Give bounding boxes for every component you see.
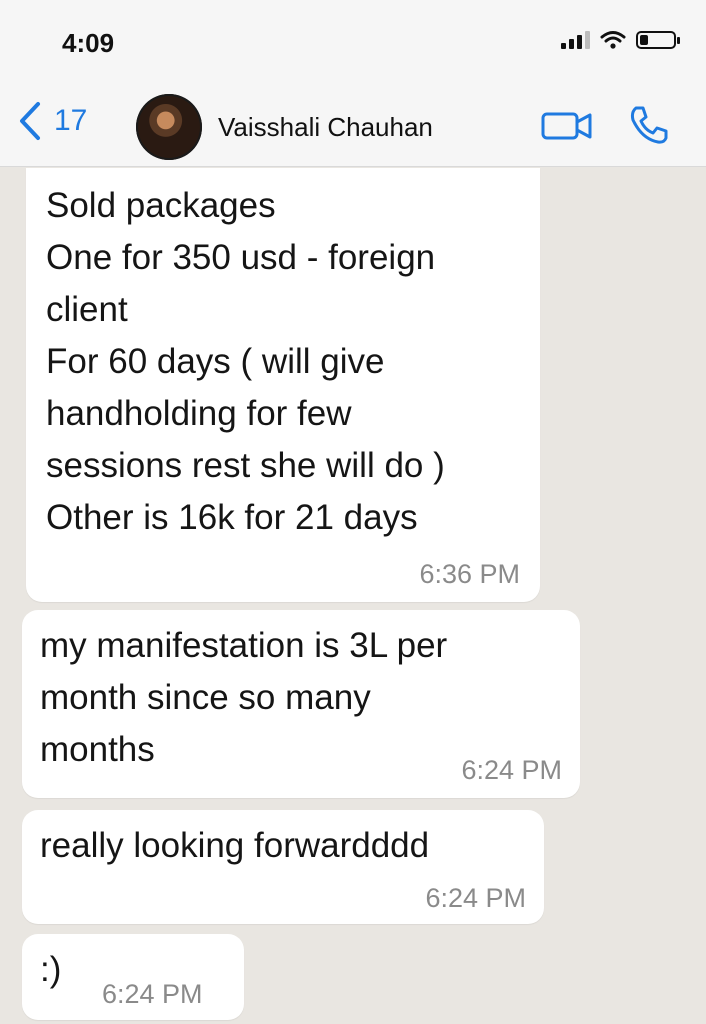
message-bubble[interactable]: my manifestation is 3L per month since s… <box>22 610 580 798</box>
status-icons <box>561 30 680 50</box>
back-button[interactable]: 17 <box>14 100 87 142</box>
message-time: 6:24 PM <box>461 755 562 785</box>
message-text: :) <box>40 950 62 989</box>
cellular-signal-icon <box>561 31 590 49</box>
status-time: 4:09 <box>62 28 115 58</box>
phone-icon[interactable] <box>626 102 672 148</box>
top-bar: 4:09 17 Vaisshali Chauhan <box>0 0 706 167</box>
message-bubble[interactable]: really looking forwardddd 6:24 PM <box>22 810 544 924</box>
unread-count: 17 <box>54 104 88 137</box>
wifi-icon <box>600 31 626 49</box>
contact-name[interactable]: Vaisshali Chauhan <box>218 112 433 143</box>
avatar[interactable] <box>136 94 202 160</box>
video-call-icon[interactable] <box>540 108 596 144</box>
battery-icon <box>636 31 680 49</box>
message-time: 6:24 PM <box>102 979 203 1009</box>
message-time: 6:24 PM <box>425 883 526 913</box>
message-text: really looking forwardddd <box>40 826 430 865</box>
message-time: 6:36 PM <box>419 559 520 589</box>
chevron-left-icon <box>20 102 40 140</box>
message-bubble[interactable]: :) 6:24 PM <box>22 934 244 1020</box>
message-text: Sold packages One for 350 usd - foreign … <box>46 186 445 537</box>
message-text: my manifestation is 3L per month since s… <box>40 626 448 769</box>
message-bubble[interactable]: Sold packages One for 350 usd - foreign … <box>26 168 540 602</box>
